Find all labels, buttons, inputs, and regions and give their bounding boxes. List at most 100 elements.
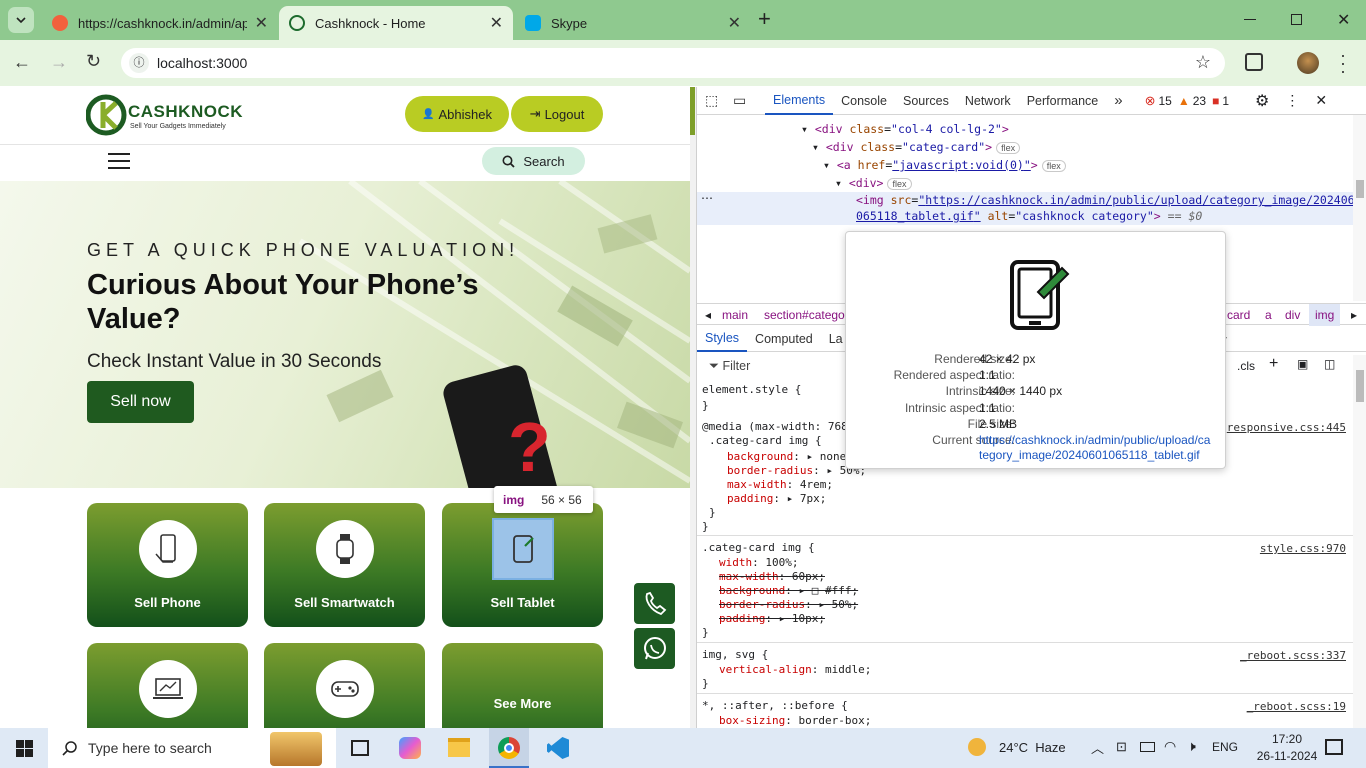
language-indicator[interactable]: ENG	[1212, 740, 1238, 754]
file-explorer-icon[interactable]	[448, 738, 470, 757]
tab-network[interactable]: Network	[957, 87, 1019, 115]
logout-button[interactable]: ⇥ Logout	[511, 96, 603, 132]
wifi-icon[interactable]: ◠	[1164, 738, 1176, 755]
css-source-link[interactable]: _reboot.scss:19	[1247, 700, 1346, 713]
dom-line[interactable]: ▾ <div> flex	[835, 176, 912, 190]
notification-icon[interactable]	[1325, 739, 1343, 755]
dom-line[interactable]: ▾ <div class="categ-card"> flex	[812, 140, 1021, 154]
paint-icon[interactable]: ▣	[1297, 357, 1308, 371]
tooltip-source-url-2[interactable]: tegory_image/20240601065118_tablet.gif	[979, 448, 1200, 462]
avatar[interactable]	[1297, 52, 1319, 74]
task-view-icon[interactable]	[351, 740, 369, 756]
dom-scrollbar[interactable]	[1353, 115, 1366, 301]
error-count[interactable]: 15	[1159, 94, 1172, 108]
reload-icon[interactable]: ↻	[86, 51, 101, 72]
close-window-icon[interactable]: ✕	[1337, 10, 1350, 30]
bookmark-star-icon[interactable]: ☆	[1195, 52, 1211, 73]
css-element-style[interactable]: element.style {	[702, 383, 801, 396]
css-declaration-overridden[interactable]: background: ▸ □ #fff;	[719, 584, 858, 597]
call-button[interactable]	[634, 583, 675, 624]
weather-text[interactable]: 24°C Haze	[999, 740, 1066, 755]
dom-ellipsis-icon[interactable]: ⋯	[701, 191, 713, 205]
more-tabs-icon[interactable]: »	[1106, 87, 1130, 115]
tab-console[interactable]: Console	[833, 87, 895, 115]
new-tab-button[interactable]: +	[758, 6, 771, 32]
breadcrumb-left-icon[interactable]: ◂	[705, 308, 711, 322]
battery-icon[interactable]	[1140, 742, 1155, 752]
tab-elements[interactable]: Elements	[765, 87, 834, 115]
close-icon[interactable]: ✕	[728, 13, 741, 33]
css-declaration-overridden[interactable]: max-width: 60px;	[719, 570, 825, 583]
warning-count[interactable]: 23	[1193, 94, 1206, 108]
search-button[interactable]: Search	[482, 147, 585, 175]
category-card-laptop[interactable]	[87, 643, 248, 728]
category-card-phone[interactable]: Sell Phone	[87, 503, 248, 627]
breadcrumb-item-active[interactable]: img	[1309, 304, 1341, 326]
whatsapp-button[interactable]	[634, 628, 675, 669]
hamburger-menu-icon[interactable]	[108, 153, 130, 169]
filter-input[interactable]: ⏷ Filter	[709, 359, 750, 374]
css-source-link[interactable]: _reboot.scss:337	[1240, 649, 1346, 662]
info-count[interactable]: 1	[1222, 94, 1229, 108]
cls-button[interactable]: .cls	[1237, 359, 1255, 373]
breadcrumb-item[interactable]: main	[722, 308, 748, 322]
close-icon[interactable]: ✕	[490, 13, 503, 33]
dom-line[interactable]: ▾ <div class="col-4 col-lg-2">	[801, 122, 1009, 136]
tab-performance[interactable]: Performance	[1019, 87, 1107, 115]
inspect-element-icon[interactable]: ⬚	[697, 87, 725, 115]
tab-computed[interactable]: Computed	[747, 327, 821, 352]
css-declaration[interactable]: vertical-align: middle;	[719, 663, 871, 676]
taskbar-search-box[interactable]: Type here to search	[48, 728, 336, 768]
minimize-icon[interactable]	[1244, 19, 1256, 20]
browser-tab-cashknock[interactable]: Cashknock - Home ✕	[279, 6, 513, 40]
weather-icon[interactable]	[968, 738, 986, 756]
extensions-icon[interactable]	[1245, 53, 1263, 71]
dom-line[interactable]: ▾ <a href="javascript:void(0)"> flex	[823, 158, 1066, 172]
dom-img-line-2[interactable]: 065118_tablet.gif" alt="cashknock catego…	[856, 209, 1202, 223]
css-declaration[interactable]: background: ▸ none;	[727, 450, 853, 463]
windows-start-icon[interactable]	[16, 740, 33, 757]
category-card-see-more[interactable]: See More	[442, 643, 603, 728]
vscode-icon[interactable]	[547, 737, 569, 759]
device-toolbar-icon[interactable]: ▭	[725, 87, 753, 115]
styles-scrollbar[interactable]	[1353, 355, 1366, 728]
sidebar-toggle-icon[interactable]: ◫	[1324, 357, 1335, 371]
browser-tab-admin[interactable]: https://cashknock.in/admin/ap ✕	[42, 6, 278, 40]
copilot-icon[interactable]	[399, 737, 421, 759]
restore-icon[interactable]	[1291, 14, 1302, 25]
address-bar[interactable]: ⓘ localhost:3000 ☆	[121, 48, 1225, 78]
category-card-smartwatch[interactable]: Sell Smartwatch	[264, 503, 425, 627]
tab-sources[interactable]: Sources	[895, 87, 957, 115]
close-devtools-icon[interactable]: ✕	[1315, 92, 1327, 109]
menu-kebab-icon[interactable]: · · ·	[1340, 46, 1346, 80]
css-selector[interactable]: .categ-card img {	[709, 434, 822, 447]
sell-now-button[interactable]: Sell now	[87, 381, 194, 423]
tooltip-source-url[interactable]: https://cashknock.in/admin/public/upload…	[979, 433, 1210, 447]
forward-icon[interactable]: →	[50, 52, 68, 73]
css-declaration-overridden[interactable]: padding: ▸ 10px;	[719, 612, 825, 625]
clock-time[interactable]: 17:20	[1267, 732, 1307, 746]
css-source-link[interactable]: responsive.css:445	[1227, 421, 1346, 434]
breadcrumb-item[interactable]: section#catego	[764, 308, 845, 322]
css-declaration[interactable]: box-sizing: border-box;	[719, 714, 871, 727]
chrome-icon[interactable]	[489, 728, 529, 768]
breadcrumb-item[interactable]: card	[1227, 308, 1250, 322]
close-icon[interactable]: ✕	[255, 13, 268, 33]
volume-icon[interactable]: 🕨	[1187, 738, 1196, 755]
css-selector[interactable]: *, ::after, ::before {	[702, 699, 848, 712]
tab-search-button[interactable]	[8, 7, 34, 33]
category-card-tablet[interactable]: Sell Tablet	[442, 503, 603, 627]
browser-tab-skype[interactable]: Skype ✕	[515, 6, 751, 40]
css-declaration[interactable]: max-width: 4rem;	[727, 478, 833, 491]
logo[interactable]: CASHKNOCK Sell Your Gadgets Immediately	[86, 92, 243, 140]
breadcrumb-item[interactable]: div	[1285, 308, 1300, 322]
css-media-query[interactable]: @media (max-width: 768	[702, 420, 848, 433]
css-declaration-overridden[interactable]: border-radius: ▸ 50%;	[719, 598, 858, 611]
breadcrumb-right-icon[interactable]: ▸	[1351, 308, 1357, 322]
gear-icon[interactable]: ⚙	[1255, 91, 1269, 111]
site-info-icon[interactable]: ⓘ	[129, 53, 149, 73]
user-button[interactable]: 👤 Abhishek	[405, 96, 509, 132]
css-selector[interactable]: img, svg {	[702, 648, 768, 661]
dom-img-line[interactable]: <img src="https://cashknock.in/admin/pub…	[856, 193, 1366, 207]
back-icon[interactable]: ←	[13, 52, 31, 73]
